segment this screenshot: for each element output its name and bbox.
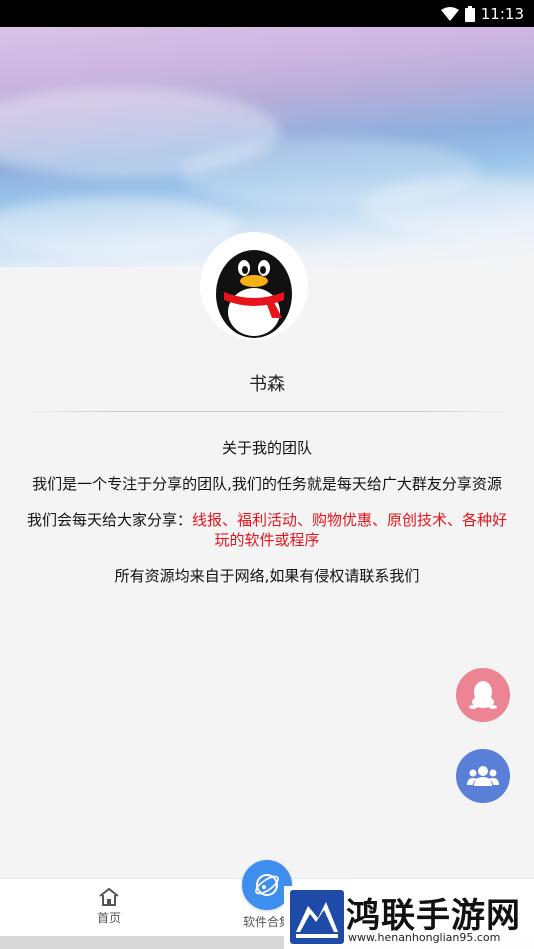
header-background <box>0 27 534 267</box>
nav-home-label: 首页 <box>96 911 121 925</box>
status-bar: 11:13 <box>0 0 534 27</box>
watermark-url: www.henanhonglian95.com <box>348 931 501 944</box>
group-icon <box>467 766 499 786</box>
battery-icon <box>464 5 475 22</box>
about-section: 关于我的团队 我们是一个专注于分享的团队,我们的任务就是每天给广大群友分享资源 … <box>22 438 512 602</box>
profile-name: 书森 <box>249 374 285 395</box>
profile-avatar[interactable] <box>202 234 306 338</box>
wifi-icon <box>440 6 459 21</box>
qq-penguin-avatar <box>202 234 306 338</box>
status-time: 11:13 <box>480 4 524 23</box>
planet-icon <box>255 874 279 896</box>
qq-contact-button[interactable] <box>456 668 510 722</box>
about-intro: 我们是一个专注于分享的团队,我们的任务就是每天给广大群友分享资源 <box>32 475 502 493</box>
home-icon <box>99 887 119 906</box>
qq-penguin-icon <box>469 681 497 709</box>
share-items: 线报、福利活动、购物优惠、原创技术、各种好玩的软件或程序 <box>192 511 508 549</box>
about-share: 我们会每天给大家分享：线报、福利活动、购物优惠、原创技术、各种好玩的软件或程序 <box>22 510 512 550</box>
watermark-logo-icon <box>290 890 344 944</box>
about-heading: 关于我的团队 <box>221 439 312 457</box>
watermark-title: 鸿联手游网 <box>346 896 521 936</box>
share-prefix: 我们会每天给大家分享： <box>26 511 192 529</box>
group-contact-button[interactable] <box>456 749 510 803</box>
divider <box>22 411 512 412</box>
nav-home[interactable]: 首页 <box>69 887 149 926</box>
about-disclaimer: 所有资源均来自于网络,如果有侵权请联系我们 <box>114 567 420 585</box>
watermark: 鸿联手游网 www.henanhonglian95.com <box>284 886 534 949</box>
